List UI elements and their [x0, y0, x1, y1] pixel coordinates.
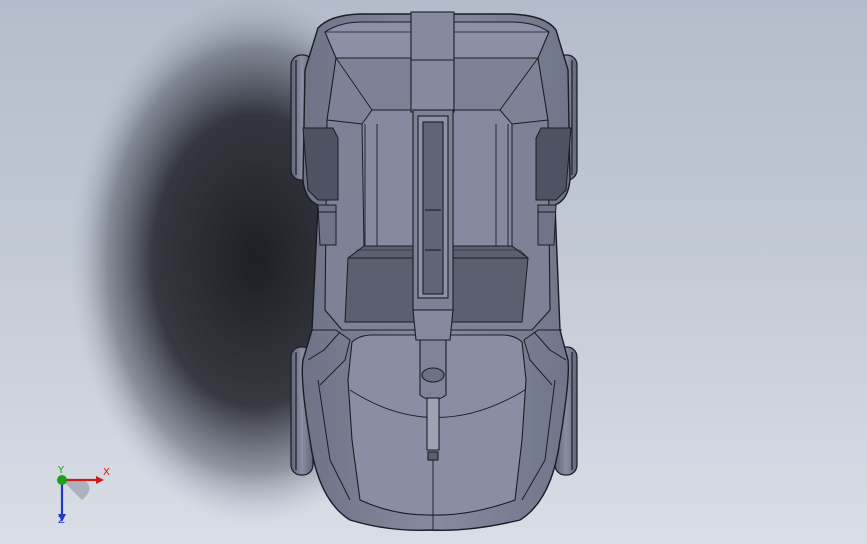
cad-model-view[interactable] — [0, 0, 867, 544]
graphics-viewport[interactable]: X Y Z — [0, 0, 867, 544]
x-axis-label: X — [103, 467, 110, 478]
z-axis-label: Z — [58, 515, 65, 526]
y-axis-label: Y — [58, 465, 65, 476]
triad-graphic — [57, 475, 104, 522]
view-triad: X Y Z — [44, 462, 124, 532]
